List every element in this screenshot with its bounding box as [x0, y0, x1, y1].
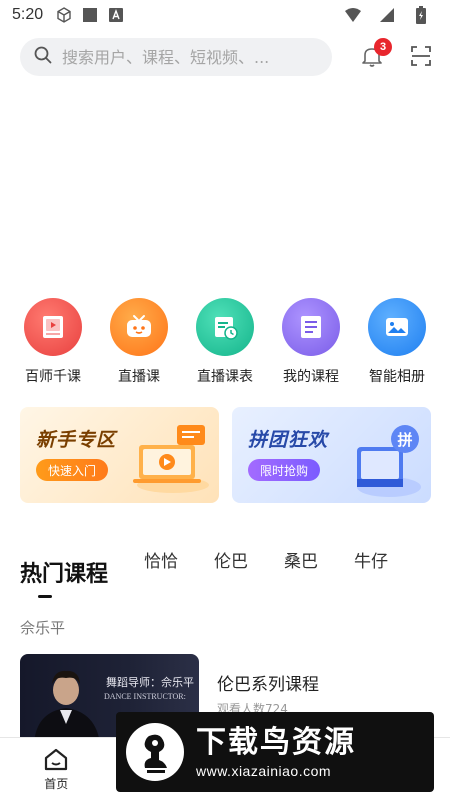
category-live-schedule[interactable]: 直播课表	[185, 298, 265, 386]
video-book-icon	[24, 298, 82, 356]
scan-button[interactable]	[410, 45, 434, 69]
search-icon	[34, 46, 52, 68]
status-bar: 5:20	[0, 0, 450, 30]
thumb-caption: 舞蹈导师：佘乐平	[106, 676, 194, 689]
photo-icon	[368, 298, 426, 356]
search-row: 3	[20, 38, 440, 76]
category-live-class[interactable]: 直播课	[99, 298, 179, 386]
laptop-video-icon	[133, 425, 209, 493]
category-label: 百师千课	[25, 369, 81, 385]
tab-jive[interactable]: 牛仔	[354, 547, 388, 572]
course-tabs: 热门课程 恰恰 伦巴 桑巴 牛仔	[20, 548, 440, 588]
watermark-url: www.xiazainiao.com	[196, 763, 332, 779]
category-my-courses[interactable]: 我的课程	[271, 298, 351, 386]
tab-hot-courses[interactable]: 热门课程	[20, 556, 108, 588]
bird-logo-icon	[126, 723, 184, 781]
cube-icon	[55, 6, 73, 24]
a-box-icon	[107, 6, 125, 24]
tab-indicator	[38, 595, 52, 598]
watermark: 下载鸟资源 www.xiazainiao.com	[116, 712, 434, 792]
promo-button[interactable]: 快速入门	[36, 459, 109, 481]
search-input[interactable]	[62, 47, 312, 67]
wifi-icon	[344, 6, 362, 24]
category-grid: 百师千课 直播课 直播课表 我的课程 智能相册	[0, 298, 450, 386]
teacher-name: 佘乐平	[20, 619, 66, 637]
course-title[interactable]: 伦巴系列课程	[217, 670, 319, 695]
notification-button[interactable]: 3	[360, 38, 392, 70]
category-label: 直播课表	[197, 369, 253, 385]
square-icon	[81, 6, 99, 24]
promo-newbie[interactable]: 新手专区 快速入门	[20, 407, 219, 503]
schedule-icon	[196, 298, 254, 356]
promo-button[interactable]: 限时抢购	[248, 459, 321, 481]
promo-title: 拼团狂欢	[248, 429, 329, 451]
scan-icon	[411, 46, 431, 66]
notification-badge: 3	[374, 38, 392, 56]
svg-text:拼: 拼	[397, 431, 412, 449]
home-icon	[45, 748, 68, 770]
tv-face-icon	[110, 298, 168, 356]
promo-group-buy[interactable]: 拼团狂欢 限时抢购 拼	[232, 407, 431, 503]
nav-label: 首页	[44, 776, 69, 791]
thumb-caption-en: DANCE INSTRUCTOR:	[104, 692, 186, 701]
category-label: 智能相册	[369, 369, 425, 385]
status-time: 5:20	[12, 6, 44, 23]
category-baishiqianke[interactable]: 百师千课	[13, 298, 93, 386]
signal-icon	[378, 6, 396, 24]
tab-samba[interactable]: 桑巴	[284, 547, 318, 572]
category-smart-album[interactable]: 智能相册	[357, 298, 437, 386]
tab-chacha[interactable]: 恰恰	[144, 547, 178, 572]
battery-icon	[412, 6, 430, 24]
book-badge-icon: 拼	[357, 425, 421, 497]
search-box[interactable]	[20, 38, 332, 76]
category-label: 我的课程	[283, 369, 339, 385]
promo-title: 新手专区	[36, 429, 117, 451]
category-label: 直播课	[118, 369, 160, 385]
watermark-title: 下载鸟资源	[196, 725, 356, 760]
document-icon	[282, 298, 340, 356]
nav-home[interactable]: 首页	[0, 738, 113, 800]
tab-rumba[interactable]: 伦巴	[214, 547, 248, 572]
